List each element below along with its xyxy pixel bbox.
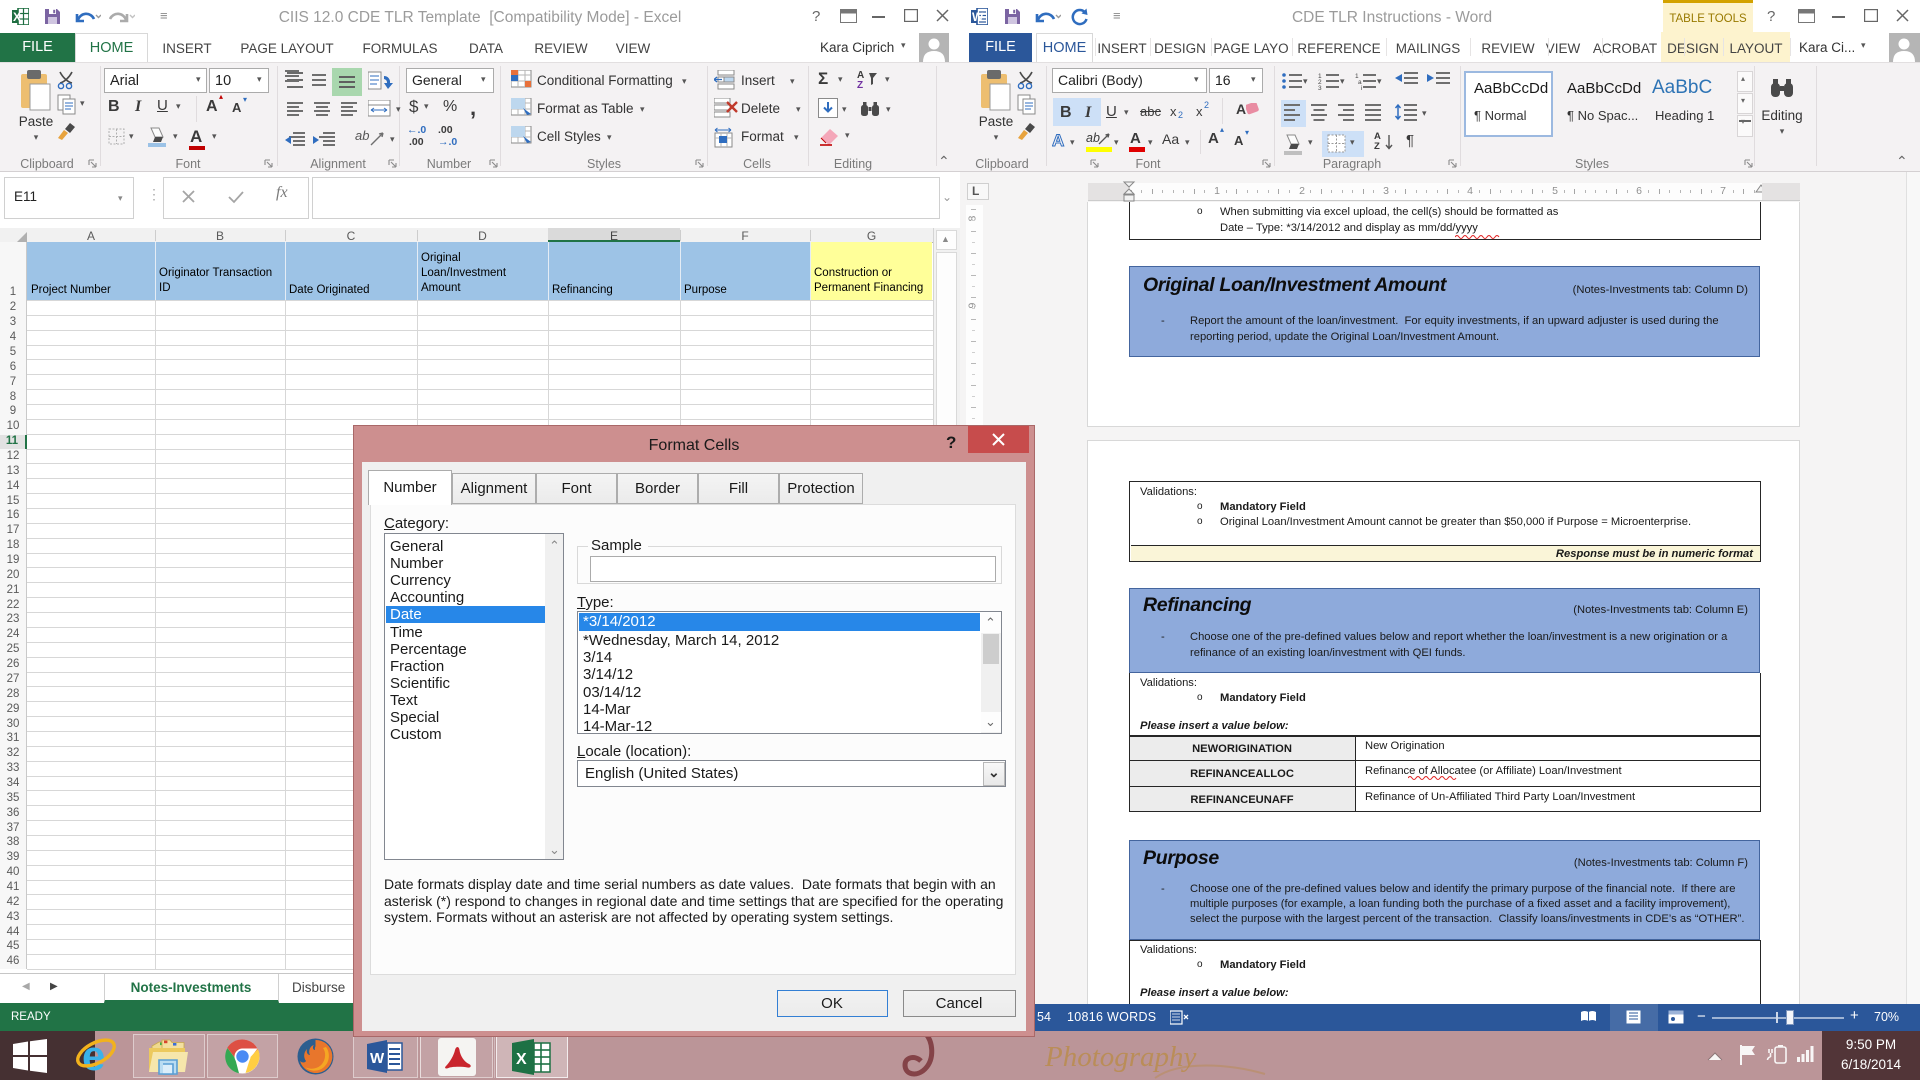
- svg-text:W: W: [370, 1050, 385, 1067]
- svg-text:3: 3: [1318, 85, 1322, 90]
- svg-text:X: X: [516, 1051, 527, 1068]
- svg-text:i: i: [1361, 85, 1362, 90]
- svg-text:A: A: [1052, 131, 1064, 150]
